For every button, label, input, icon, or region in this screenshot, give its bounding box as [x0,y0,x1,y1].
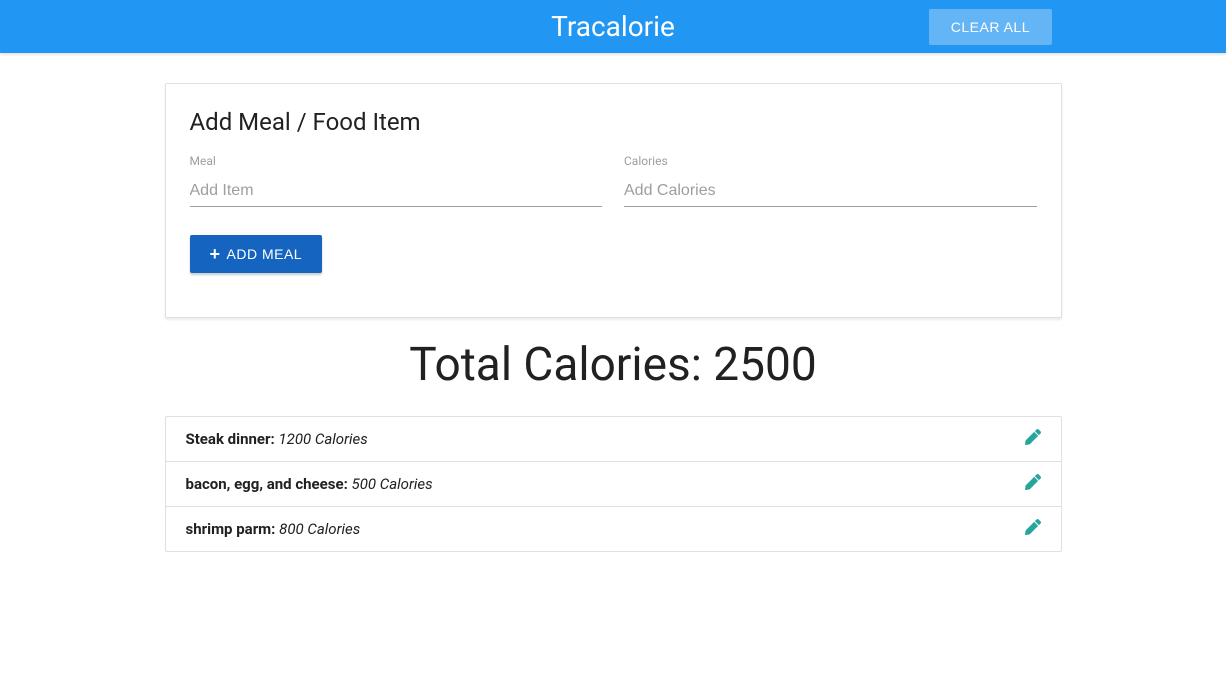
add-meal-card: Add Meal / Food Item Meal Calories + ADD… [165,83,1062,318]
item-calories: 1200 Calories [278,430,367,448]
meal-input[interactable] [190,176,603,207]
list-item: Steak dinner: 1200 Calories [166,417,1061,462]
item-text: Steak dinner: 1200 Calories [186,430,368,448]
item-name: bacon, egg, and cheese: [186,475,352,493]
item-calories: 800 Calories [279,520,360,538]
total-calories-heading: Total Calories: 2500 [165,338,1062,392]
clear-all-button[interactable]: CLEAR ALL [929,9,1052,45]
app-title: Tracalorie [551,10,675,43]
pencil-icon[interactable] [1025,429,1041,445]
meal-label: Meal [190,154,603,168]
list-item: shrimp parm: 800 Calories [166,507,1061,551]
edit-item-button[interactable] [1025,474,1041,494]
item-text: shrimp parm: 800 Calories [186,520,361,538]
list-item: bacon, egg, and cheese: 500 Calories [166,462,1061,507]
item-calories: 500 Calories [352,475,433,493]
pencil-icon[interactable] [1025,519,1041,535]
plus-icon: + [210,245,221,263]
edit-item-button[interactable] [1025,519,1041,539]
edit-item-button[interactable] [1025,429,1041,449]
pencil-icon[interactable] [1025,474,1041,490]
calories-label: Calories [624,154,1037,168]
meal-field-group: Meal [190,154,603,207]
navbar: Tracalorie CLEAR ALL [0,0,1226,53]
item-text: bacon, egg, and cheese: 500 Calories [186,475,433,493]
calories-input[interactable] [624,176,1037,207]
calories-field-group: Calories [624,154,1037,207]
meal-list: Steak dinner: 1200 Calories bacon, egg, a… [165,416,1062,552]
total-value: 2500 [713,338,816,392]
total-label: Total Calories: [409,338,713,392]
add-meal-button[interactable]: + ADD MEAL [190,235,323,273]
item-name: Steak dinner: [186,430,279,448]
card-title: Add Meal / Food Item [190,108,1037,136]
item-name: shrimp parm: [186,520,280,538]
add-meal-label: ADD MEAL [227,246,303,262]
